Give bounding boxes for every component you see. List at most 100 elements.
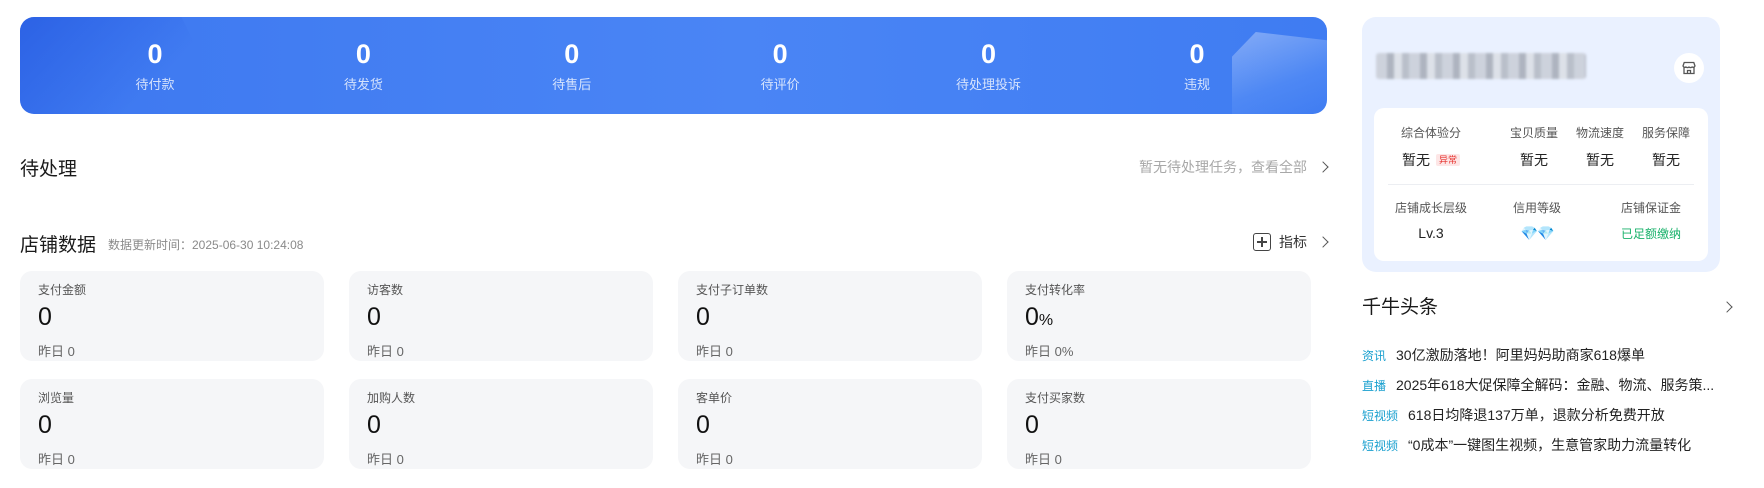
metric-yesterday: 昨日 0 (696, 344, 733, 359)
metric-value: 0 (1025, 411, 1039, 439)
metric-yesterday: 昨日 0 (696, 452, 733, 467)
score-label: 店铺成长层级 (1394, 201, 1467, 215)
news-list: 资讯 30亿激励落地！阿里妈妈助商家618爆单 直播 2025年618大促保障全… (1362, 340, 1742, 460)
view-all-pending-label: 暂无待处理任务，查看全部 (1139, 159, 1307, 175)
news-text: 2025年618大促保障全解码：金融、物流、服务策... (1396, 377, 1715, 393)
deposit-status: 已足额缴纳 (1620, 227, 1681, 241)
data-update-time: 数据更新时间：2025-06-30 10:24:08 (108, 238, 304, 252)
metric-label: 加购人数 (367, 391, 416, 405)
metric-yesterday: 昨日 0 (367, 344, 404, 359)
metric-card-paying-buyers[interactable]: 支付买家数 0 昨日 0 (1007, 379, 1311, 469)
abnormal-badge: 异常 (1435, 154, 1460, 166)
score-label: 物流速度 (1575, 126, 1624, 140)
shop-score-card: 综合体验分 暂无 异常 宝贝质量 暂无 物流速度 暂无 服务保障 暂无 店铺成长层… (1374, 108, 1708, 261)
shop-name-blurred (1376, 53, 1586, 79)
banner-item-count: 0 (147, 39, 163, 69)
score-label: 店铺保证金 (1620, 201, 1681, 215)
metric-value: 0 (696, 411, 710, 439)
metric-value: 0 (367, 411, 381, 439)
news-tag: 短视频 (1362, 408, 1399, 423)
score-credit-level[interactable]: 信用等级 💎💎 (1504, 199, 1570, 242)
metric-label: 支付转化率 (1025, 283, 1086, 297)
store-data-title: 店铺数据 (20, 235, 97, 256)
score-overall[interactable]: 综合体验分 暂无 异常 (1388, 124, 1474, 170)
score-label: 信用等级 (1512, 201, 1561, 215)
banner-item-label: 待发货 (343, 77, 383, 92)
banner-item-label: 待付款 (135, 77, 175, 92)
banner-item-pending-complaints[interactable]: 0 待处理投诉 (914, 17, 1064, 114)
metric-card-avg-order-value[interactable]: 客单价 0 昨日 0 (678, 379, 982, 469)
store-metric-cards: 支付金额 0 昨日 0 访客数 0 昨日 0 支付子订单数 0 昨日 0 支付转… (20, 271, 1327, 469)
score-item-quality[interactable]: 宝贝质量 暂无 (1504, 124, 1564, 170)
shop-info-panel: 综合体验分 暂无 异常 宝贝质量 暂无 物流速度 暂无 服务保障 暂无 店铺成长层… (1362, 17, 1720, 272)
score-value: 暂无 (1586, 152, 1614, 168)
banner-item-label: 待处理投诉 (956, 77, 1022, 92)
news-text: “0成本”一键图生视频，生意管家助力流量转化 (1408, 437, 1692, 453)
score-service-guarantee[interactable]: 服务保障 暂无 (1636, 124, 1696, 170)
news-item[interactable]: 资讯 30亿激励落地！阿里妈妈助商家618爆单 (1362, 340, 1742, 370)
banner-item-pending-aftersale[interactable]: 0 待售后 (497, 17, 647, 114)
metric-value: 0% (1025, 303, 1054, 331)
news-section-title: 千牛头条 (1362, 297, 1439, 318)
banner-item-pending-shipment[interactable]: 0 待发货 (288, 17, 438, 114)
banner-item-pending-payment[interactable]: 0 待付款 (80, 17, 230, 114)
banner-item-count: 0 (981, 39, 997, 69)
news-tag: 短视频 (1362, 438, 1399, 453)
metrics-button[interactable]: 指标 (1253, 232, 1329, 252)
metric-card-paid-suborders[interactable]: 支付子订单数 0 昨日 0 (678, 271, 982, 361)
news-tag: 资讯 (1362, 348, 1387, 363)
score-value: 暂无 (1520, 152, 1548, 168)
pending-section-title: 待处理 (20, 159, 78, 180)
metric-card-conversion-rate[interactable]: 支付转化率 0% 昨日 0% (1007, 271, 1311, 361)
metric-label: 支付金额 (38, 283, 87, 297)
metric-label: 访客数 (367, 283, 404, 297)
news-item[interactable]: 短视频 618日均降退137万单，退款分析免费开放 (1362, 400, 1742, 430)
news-text: 30亿激励落地！阿里妈妈助商家618爆单 (1396, 347, 1645, 363)
view-all-pending-link[interactable]: 暂无待处理任务，查看全部 (1139, 157, 1329, 177)
news-item[interactable]: 短视频 “0成本”一键图生视频，生意管家助力流量转化 (1362, 430, 1742, 460)
metric-yesterday: 昨日 0 (1025, 452, 1062, 467)
score-divider (1388, 184, 1694, 185)
shop-icon[interactable] (1674, 53, 1704, 83)
metric-value: 0 (38, 411, 52, 439)
metric-yesterday: 昨日 0 (367, 452, 404, 467)
metric-yesterday: 昨日 0 (38, 452, 75, 467)
metric-value: 0 (696, 303, 710, 331)
chevron-right-icon (1317, 236, 1329, 248)
banner-item-label: 违规 (1183, 77, 1210, 92)
banner-item-count: 0 (772, 39, 788, 69)
metric-card-page-views[interactable]: 浏览量 0 昨日 0 (20, 379, 324, 469)
banner-item-label: 待评价 (760, 77, 800, 92)
metric-value: 0 (367, 303, 381, 331)
metrics-label: 指标 (1279, 234, 1307, 250)
score-value: Lv.3 (1418, 225, 1444, 241)
banner-item-count: 0 (564, 39, 580, 69)
metric-label: 客单价 (696, 391, 733, 405)
score-value: 暂无 (1652, 152, 1680, 168)
metric-value: 0 (38, 303, 52, 331)
banner-item-pending-review[interactable]: 0 待评价 (705, 17, 855, 114)
score-label: 综合体验分 (1400, 126, 1461, 140)
chevron-right-icon (1317, 161, 1329, 173)
score-deposit[interactable]: 店铺保证金 已足额缴纳 (1608, 199, 1694, 242)
metric-card-add-to-cart-users[interactable]: 加购人数 0 昨日 0 (349, 379, 653, 469)
banner-item-count: 0 (355, 39, 371, 69)
score-logistics-speed[interactable]: 物流速度 暂无 (1570, 124, 1630, 170)
metric-label: 浏览量 (38, 391, 75, 405)
metric-label: 支付买家数 (1025, 391, 1086, 405)
metric-yesterday: 昨日 0% (1025, 344, 1074, 359)
metric-label: 支付子订单数 (696, 283, 769, 297)
add-metric-icon (1253, 233, 1271, 251)
banner-items: 0 待付款 0 待发货 0 待售后 0 待评价 0 待处理投诉 0 违规 (20, 17, 1327, 114)
score-value: 暂无 异常 (1388, 150, 1474, 170)
score-label: 宝贝质量 (1509, 126, 1558, 140)
metric-card-visitors[interactable]: 访客数 0 昨日 0 (349, 271, 653, 361)
score-growth-level[interactable]: 店铺成长层级 Lv.3 (1388, 199, 1474, 241)
metric-card-payment-amount[interactable]: 支付金额 0 昨日 0 (20, 271, 324, 361)
news-item[interactable]: 直播 2025年618大促保障全解码：金融、物流、服务策... (1362, 370, 1742, 400)
news-more-chevron-icon[interactable] (1721, 301, 1733, 313)
banner-item-violations[interactable]: 0 违规 (1122, 17, 1272, 114)
news-tag: 直播 (1362, 378, 1387, 393)
news-text: 618日均降退137万单，退款分析免费开放 (1408, 407, 1665, 423)
score-label: 服务保障 (1641, 126, 1690, 140)
